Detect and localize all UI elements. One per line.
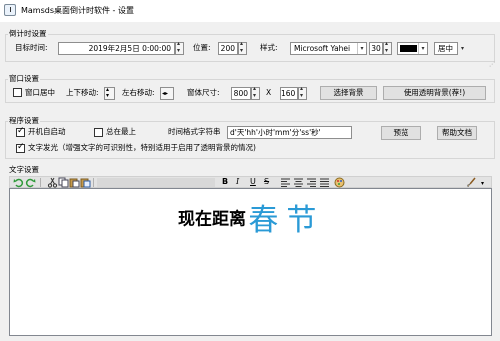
updown-arrows-icon: ▴ ▾ <box>106 87 110 99</box>
align-left-icon[interactable] <box>280 177 291 188</box>
toolbar-separator <box>40 178 41 187</box>
chevron-down-icon: ▾ <box>418 43 427 54</box>
time-format-value: d'天'hh'小时'mm'分'ss'秒' <box>230 128 321 137</box>
underline-icon[interactable]: U <box>250 176 256 188</box>
editor-highlight-text: 春节 <box>248 203 325 238</box>
text-glow-label: 文字发光（增强文字的可识别性，特别适用于启用了透明背景的情况) <box>28 143 256 152</box>
undo-icon[interactable] <box>13 177 24 188</box>
leftright-label: 左右移动: <box>122 88 155 97</box>
target-time-field[interactable]: 2019年2月5日 0:00:00 <box>58 42 175 55</box>
target-time-spinner[interactable] <box>175 40 184 55</box>
center-window-label: 窗口居中 <box>25 88 55 97</box>
leftright-spinner[interactable]: ◂▸ <box>160 87 174 100</box>
font-size-spinner[interactable] <box>383 40 392 55</box>
position-spinner[interactable] <box>238 40 247 55</box>
editor-prefix-text: 现在距离 <box>178 209 246 230</box>
brush-icon[interactable] <box>466 177 477 188</box>
align-select-value: 居中 <box>438 44 453 53</box>
position-field[interactable]: 200 <box>218 42 238 55</box>
app-icon <box>4 4 16 16</box>
palette-icon[interactable] <box>334 177 345 188</box>
choose-background-button[interactable]: 选择背景 <box>320 86 377 100</box>
color-select[interactable]: ▾ <box>397 42 428 55</box>
paste-special-icon[interactable] <box>80 177 91 188</box>
cut-icon[interactable] <box>47 177 58 188</box>
align-right-icon[interactable] <box>306 177 317 188</box>
autostart-checkbox[interactable] <box>16 126 25 137</box>
bold-icon[interactable]: B <box>222 176 228 188</box>
always-on-top-label: 总在最上 <box>106 127 136 136</box>
time-format-field[interactable]: d'天'hh'小时'mm'分'ss'秒' <box>227 126 352 139</box>
toolbar-separator <box>93 178 94 187</box>
window-width-spinner[interactable] <box>251 85 260 100</box>
updown-label: 上下移动: <box>66 88 99 97</box>
color-swatch <box>400 45 417 52</box>
time-format-label: 时间格式字符串 <box>168 127 221 136</box>
italic-icon[interactable]: I <box>236 176 239 188</box>
countdown-group-title: 倒计时设置 <box>8 28 48 39</box>
always-on-top-checkbox[interactable] <box>94 128 103 137</box>
text-glow-checkbox[interactable] <box>16 142 25 153</box>
position-label: 位置: <box>193 43 211 52</box>
target-time-value: 2019年2月5日 0:00:00 <box>88 44 171 53</box>
center-window-checkbox[interactable] <box>13 88 22 97</box>
justify-icon[interactable] <box>319 177 330 188</box>
window-height-value: 160 <box>281 89 296 98</box>
window-width-value: 800 <box>233 89 248 98</box>
paste-icon[interactable] <box>69 177 80 188</box>
font-select-value: Microsoft Yahei <box>294 44 351 53</box>
font-size-field[interactable]: 30 <box>369 42 383 55</box>
editor-content: 现在距离 春节 <box>178 195 324 239</box>
font-select[interactable]: Microsoft Yahei ▾ <box>290 42 367 55</box>
transparent-background-button[interactable]: 使用透明背景(荐!) <box>383 86 486 100</box>
leftright-arrows-icon: ◂▸ <box>162 90 169 97</box>
resize-grip[interactable]: ⋰ <box>489 61 495 68</box>
autostart-label: 开机自启动 <box>28 127 66 136</box>
window-title: Mamsds桌面倒计时软件 - 设置 <box>21 6 134 15</box>
window-size-label: 窗体尺寸: <box>187 88 220 97</box>
toolbar-font-placeholder <box>97 178 215 187</box>
target-time-label: 目标时间: <box>15 43 48 52</box>
font-size-value: 30 <box>371 44 381 53</box>
title-bar: Mamsds桌面倒计时软件 - 设置 <box>0 0 500 22</box>
redo-icon[interactable] <box>25 177 36 188</box>
align-select[interactable]: 居中 <box>434 42 458 55</box>
align-center-icon[interactable] <box>293 177 304 188</box>
updown-spinner[interactable]: ▴ ▾ <box>104 87 115 100</box>
size-times-label: X <box>266 88 272 97</box>
text-editor[interactable]: 现在距离 春节 <box>9 188 492 336</box>
align-dropdown-arrow[interactable]: ▾ <box>458 43 467 54</box>
window-width-field[interactable]: 800 <box>231 87 251 100</box>
help-document-button[interactable]: 帮助文档 <box>437 126 477 140</box>
text-group-title: 文字设置 <box>8 164 40 175</box>
window-height-spinner[interactable] <box>298 85 307 100</box>
style-label: 样式: <box>260 43 278 52</box>
position-value: 200 <box>220 44 235 53</box>
program-group-title: 程序设置 <box>8 115 40 126</box>
toolbar-overflow-icon[interactable]: ▾ <box>481 180 484 187</box>
strikethrough-icon[interactable]: S <box>264 176 269 188</box>
chevron-down-icon: ▾ <box>357 43 366 54</box>
window-group-title: 窗口设置 <box>8 73 40 84</box>
preview-button[interactable]: 预览 <box>381 126 421 140</box>
copy-icon[interactable] <box>58 177 69 188</box>
window-height-field[interactable]: 160 <box>280 87 298 100</box>
